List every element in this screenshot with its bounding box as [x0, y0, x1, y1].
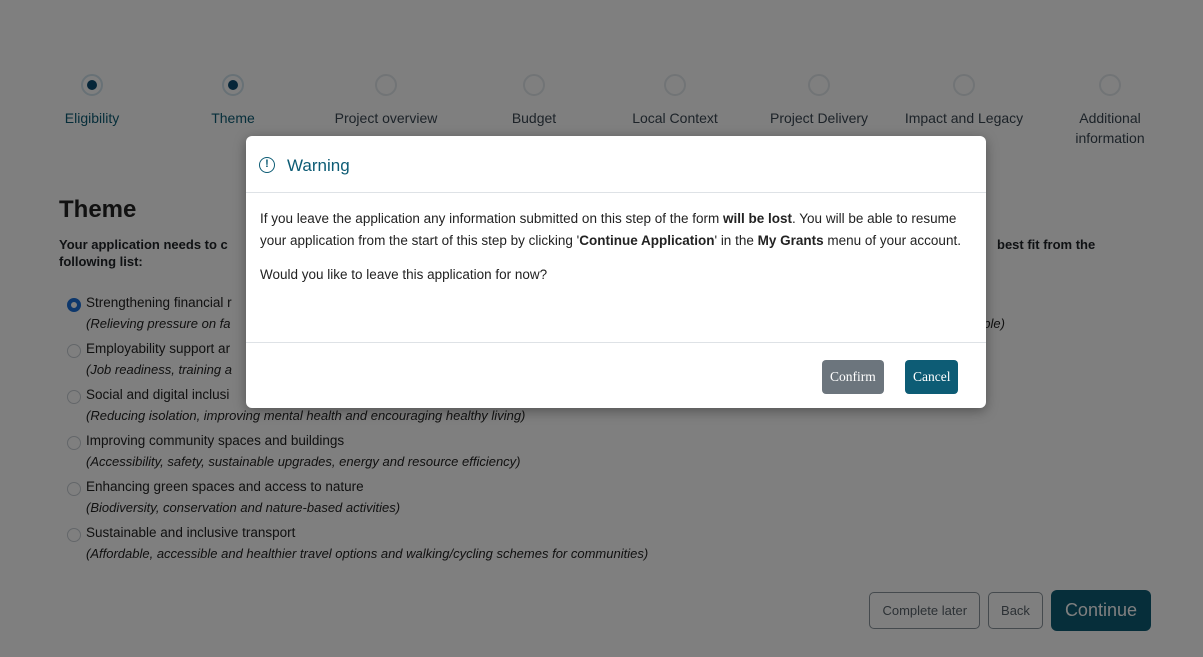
message-text: If you leave the application any informa…: [260, 211, 724, 226]
modal-message: If you leave the application any informa…: [260, 208, 972, 251]
modal-body: If you leave the application any informa…: [260, 208, 972, 299]
confirm-button[interactable]: Confirm: [822, 360, 884, 394]
message-emphasis: My Grants: [757, 232, 824, 248]
exclamation-circle-icon: !: [259, 157, 275, 173]
message-emphasis: Continue Application: [579, 232, 715, 248]
warning-modal: ! Warning If you leave the application a…: [246, 136, 986, 408]
modal-question: Would you like to leave this application…: [260, 267, 548, 282]
cancel-button[interactable]: Cancel: [905, 360, 959, 394]
modal-footer: Confirm Cancel: [246, 342, 986, 394]
message-emphasis: will be lost: [723, 211, 793, 226]
modal-header: ! Warning: [246, 136, 986, 193]
modal-title: Warning: [287, 156, 350, 175]
message-text: menu of your account.: [823, 232, 961, 248]
message-text: ' in the: [714, 232, 758, 248]
